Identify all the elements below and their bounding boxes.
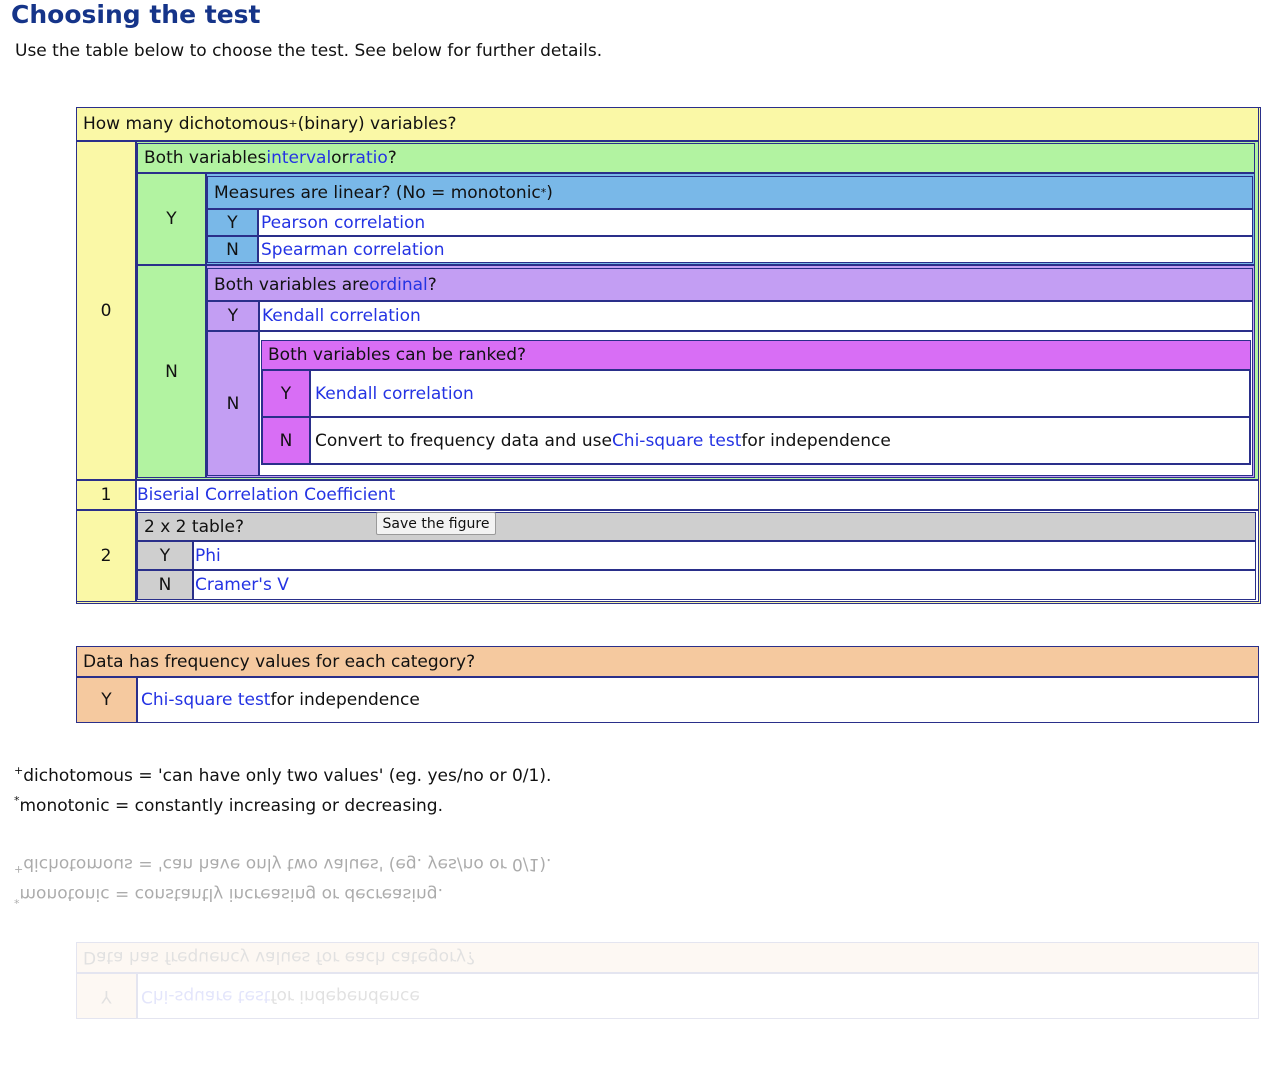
phi-cell: Phi [193,541,1256,570]
dagger-mark: + [288,117,298,130]
convert-cell: Convert to frequency data and use Chi-sq… [310,417,1250,464]
interval-no-label: N [137,265,206,478]
kendall-cell-ordinal: Kendall correlation [259,301,1253,331]
ratio-link[interactable]: ratio [349,147,388,169]
pearson-cell: Pearson correlation [258,209,1253,236]
frequency-yes-label: Y [76,677,137,723]
intro-text: Use the table below to choose the test. … [15,41,603,61]
interval-yes-label: Y [137,173,206,265]
ranked-question: Both variables can be ranked? [261,340,1251,370]
spearman-cell: Spearman correlation [258,236,1253,263]
linear-question: Measures are linear? (No = monotonic *) [207,176,1253,209]
frequency-table-reflection: Y Chi-square test for independence Data … [76,942,1259,1019]
interval-link[interactable]: interval [266,147,331,169]
ordinal-yes-label: Y [207,301,259,331]
row-label-2: 2 [76,510,136,602]
table-2x2-no-label: N [137,570,193,600]
interval-question: Both variables interval or ratio? [137,143,1255,173]
kendall-cell-ranked: Kendall correlation [310,370,1250,417]
frequency-chi-square-cell: Chi-square test for independence [137,677,1259,723]
save-figure-tooltip: Save the figure [376,512,496,535]
frequency-question: Data has frequency values for each categ… [76,646,1259,677]
notes-reflection: +dichotomous = 'can have only two values… [14,854,552,906]
biserial-correlation-link[interactable]: Biserial Correlation Coefficient [137,484,395,506]
pearson-correlation-link[interactable]: Pearson correlation [261,212,425,234]
biserial-cell: Biserial Correlation Coefficient [136,480,1259,510]
frequency-chi-square-link[interactable]: Chi-square test [141,689,270,711]
ranked-no-label: N [262,417,310,464]
question-tail: (binary) variables? [297,114,457,134]
linear-yes-label: Y [207,209,258,236]
question-text: How many dichotomous [83,114,289,134]
ranked-yes-label: Y [262,370,310,417]
kendall-correlation-link-ranked[interactable]: Kendall correlation [315,383,474,405]
monotonic-note: *monotonic = constantly increasing or de… [14,794,444,817]
table-2x2-question: 2 x 2 table? [137,512,1256,541]
spearman-correlation-link[interactable]: Spearman correlation [261,239,445,261]
phi-link[interactable]: Phi [195,545,221,567]
ordinal-link[interactable]: ordinal [369,274,428,296]
linear-no-label: N [207,236,258,263]
row-label-0: 0 [76,141,136,480]
page-title: Choosing the test [11,0,261,29]
row-label-1: 1 [76,480,136,510]
ordinal-no-label: N [207,331,259,476]
chi-square-link[interactable]: Chi-square test [612,430,741,452]
dichotomous-note: +dichotomous = 'can have only two values… [14,764,552,787]
dichotomous-question: How many dichotomous + (binary) variables… [76,107,1259,141]
table-2x2-yes-label: Y [137,541,193,570]
ordinal-question: Both variables are ordinal? [207,268,1253,301]
cramers-v-link[interactable]: Cramer's V [195,574,289,596]
cramers-cell: Cramer's V [193,570,1256,600]
kendall-correlation-link[interactable]: Kendall correlation [262,305,421,327]
